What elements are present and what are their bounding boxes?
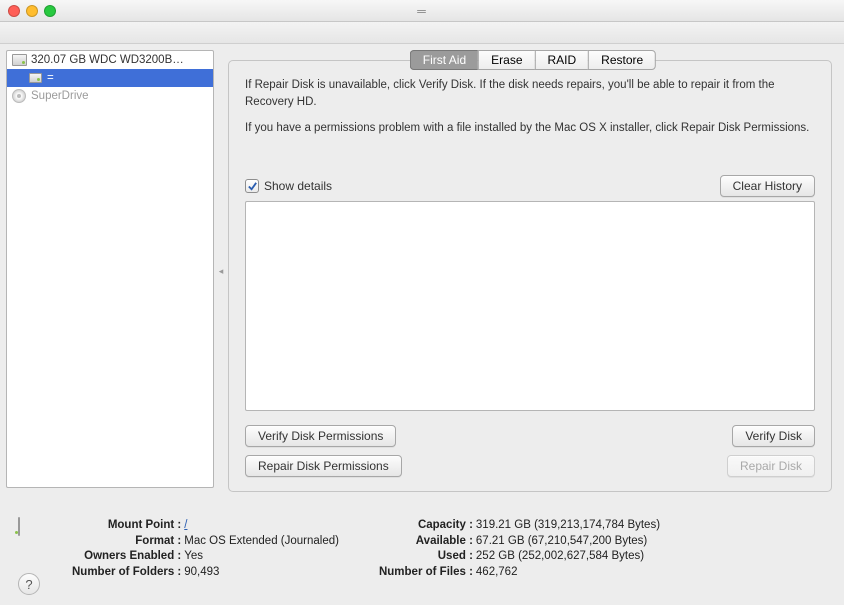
instructions-text: If Repair Disk is unavailable, click Ver… bbox=[245, 77, 815, 147]
internal-disk-icon bbox=[11, 52, 27, 68]
format-value: Mac OS Extended (Journaled) bbox=[184, 534, 339, 550]
details-log-textarea[interactable] bbox=[245, 201, 815, 411]
instructions-line1: If Repair Disk is unavailable, click Ver… bbox=[245, 77, 815, 110]
tab-erase[interactable]: Erase bbox=[478, 50, 534, 70]
used-label: Used : bbox=[379, 549, 473, 565]
available-label: Available : bbox=[379, 534, 473, 550]
verify-permissions-button[interactable]: Verify Disk Permissions bbox=[245, 425, 396, 447]
sidebar-item-label: 320.07 GB WDC WD3200B… bbox=[31, 54, 184, 66]
sidebar-item-superdrive[interactable]: SuperDrive bbox=[7, 87, 213, 105]
disk-info-section: Mount Point : Format : Owners Enabled : … bbox=[0, 492, 844, 580]
sidebar-item-volume[interactable]: = bbox=[7, 69, 213, 87]
checkmark-icon bbox=[247, 181, 258, 192]
used-value: 252 GB (252,002,627,584 Bytes) bbox=[476, 549, 660, 565]
repair-permissions-button[interactable]: Repair Disk Permissions bbox=[245, 455, 402, 477]
tab-restore[interactable]: Restore bbox=[588, 50, 656, 70]
verify-disk-button[interactable]: Verify Disk bbox=[732, 425, 815, 447]
first-aid-panel: If Repair Disk is unavailable, click Ver… bbox=[228, 60, 832, 492]
available-value: 67.21 GB (67,210,547,200 Bytes) bbox=[476, 534, 660, 550]
format-label: Format : bbox=[72, 534, 181, 550]
clear-history-button[interactable]: Clear History bbox=[720, 175, 815, 197]
show-details-label: Show details bbox=[264, 179, 332, 193]
window-titlebar: ═ bbox=[0, 0, 844, 22]
tab-bar: First Aid Erase RAID Restore bbox=[410, 50, 656, 70]
tab-raid[interactable]: RAID bbox=[535, 50, 589, 70]
repair-disk-button: Repair Disk bbox=[727, 455, 815, 477]
capacity-value: 319.21 GB (319,213,174,784 Bytes) bbox=[476, 518, 660, 534]
show-details-checkbox[interactable] bbox=[245, 179, 259, 193]
tab-first-aid[interactable]: First Aid bbox=[410, 50, 478, 70]
folders-label: Number of Folders : bbox=[72, 565, 181, 581]
capacity-label: Capacity : bbox=[379, 518, 473, 534]
owners-label: Owners Enabled : bbox=[72, 549, 181, 565]
help-icon: ? bbox=[25, 577, 32, 592]
minimize-window-button[interactable] bbox=[26, 5, 38, 17]
mount-point-link[interactable]: / bbox=[184, 519, 187, 531]
folders-value: 90,493 bbox=[184, 565, 339, 581]
window-toolbar bbox=[0, 22, 844, 44]
help-button[interactable]: ? bbox=[18, 573, 40, 595]
titlebar-grip-icon: ═ bbox=[417, 4, 427, 18]
close-window-button[interactable] bbox=[8, 5, 20, 17]
mount-point-label: Mount Point : bbox=[72, 518, 181, 534]
owners-value: Yes bbox=[184, 549, 339, 565]
files-value: 462,762 bbox=[476, 565, 660, 581]
sidebar-item-disk[interactable]: 320.07 GB WDC WD3200B… bbox=[7, 51, 213, 69]
instructions-line2: If you have a permissions problem with a… bbox=[245, 120, 815, 137]
volume-icon bbox=[27, 70, 43, 86]
sidebar-resize-handle[interactable]: ◂ bbox=[216, 50, 226, 492]
files-label: Number of Files : bbox=[379, 565, 473, 581]
zoom-window-button[interactable] bbox=[44, 5, 56, 17]
disk-sidebar[interactable]: 320.07 GB WDC WD3200B… = SuperDrive bbox=[6, 50, 214, 488]
sidebar-item-label: = bbox=[47, 72, 54, 84]
sidebar-item-label: SuperDrive bbox=[31, 90, 89, 102]
volume-large-icon bbox=[18, 518, 54, 558]
optical-drive-icon bbox=[11, 88, 27, 104]
